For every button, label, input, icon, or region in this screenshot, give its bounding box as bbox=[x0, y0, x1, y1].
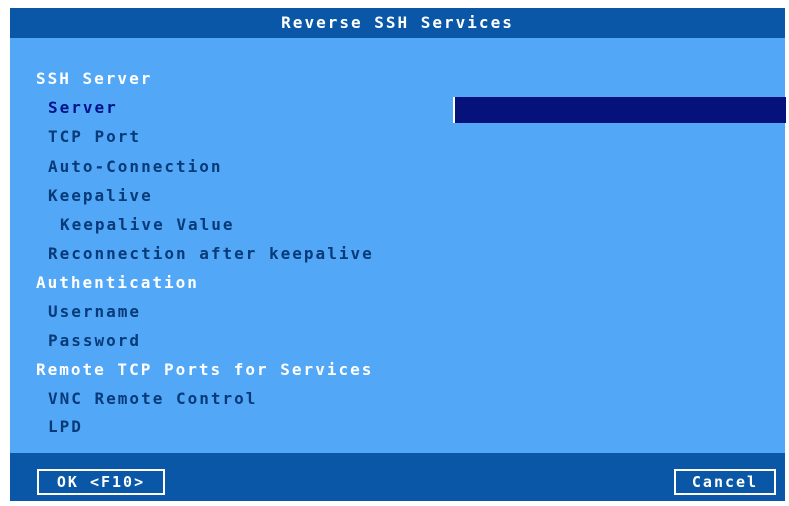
section-remote-tcp-ports: Remote TCP Ports for Services bbox=[36, 360, 374, 379]
menu-item-vnc-remote-control[interactable]: VNC Remote Control bbox=[48, 387, 257, 411]
cancel-button[interactable]: Cancel bbox=[674, 469, 776, 495]
menu-item-server[interactable]: Server bbox=[48, 96, 118, 120]
menu-item-reconnection-after-keepalive[interactable]: Reconnection after keepalive bbox=[48, 242, 374, 266]
menu-item-password[interactable]: Password bbox=[48, 329, 141, 353]
section-authentication: Authentication bbox=[36, 273, 199, 292]
menu-item-auto-connection[interactable]: Auto-Connection bbox=[48, 155, 223, 179]
menu-item-tcp-port[interactable]: TCP Port bbox=[48, 125, 141, 149]
section-ssh-server: SSH Server bbox=[36, 69, 153, 88]
dialog-footer: OK <F10> Cancel bbox=[10, 453, 785, 501]
menu-item-username[interactable]: Username bbox=[48, 300, 141, 324]
menu-item-lpd[interactable]: LPD bbox=[48, 415, 83, 439]
server-input[interactable] bbox=[453, 97, 786, 123]
menu-item-keepalive[interactable]: Keepalive bbox=[48, 184, 153, 208]
ok-button[interactable]: OK <F10> bbox=[37, 469, 165, 495]
settings-panel: SSH Server Server TCP Port Auto-Connecti… bbox=[10, 38, 786, 453]
reverse-ssh-dialog: Reverse SSH Services SSH Server Server T… bbox=[0, 0, 789, 506]
dialog-title: Reverse SSH Services bbox=[10, 8, 785, 38]
menu-item-keepalive-value[interactable]: Keepalive Value bbox=[60, 213, 235, 237]
